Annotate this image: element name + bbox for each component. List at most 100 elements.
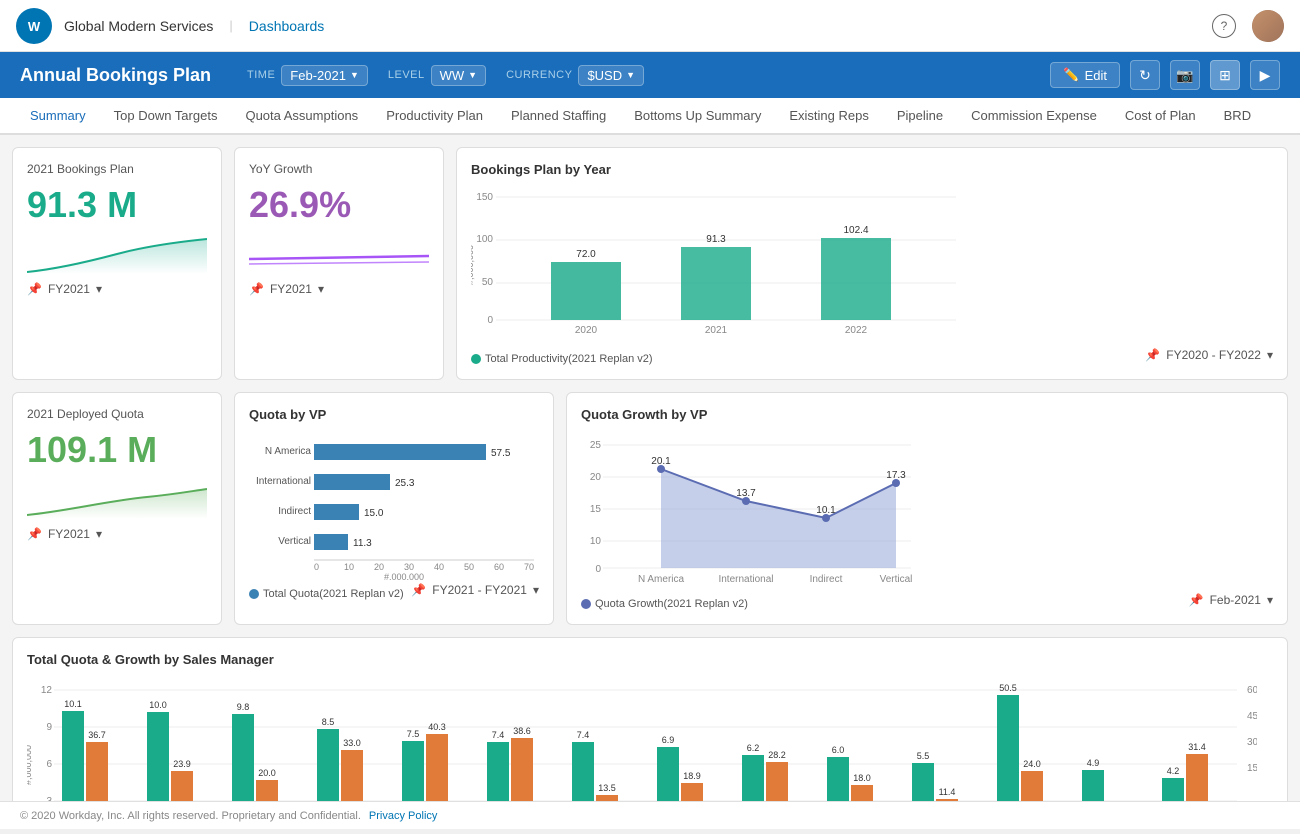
yoy-filter[interactable]: 📌 FY2021 ▾ <box>249 282 429 296</box>
bookings-legend-label: Total Productivity(2021 Replan v2) <box>485 353 653 365</box>
bookings-by-year-chart: 150 100 50 0 #,000,000 72.0 2020 91.3 <box>471 185 961 345</box>
tab-existing-reps[interactable]: Existing Reps <box>775 98 882 135</box>
time-arrow-icon: ▼ <box>350 70 359 80</box>
svg-text:45: 45 <box>1247 711 1257 722</box>
quota-bar-6 <box>487 742 509 801</box>
privacy-policy-link[interactable]: Privacy Policy <box>369 810 437 822</box>
tab-bottoms-up-summary[interactable]: Bottoms Up Summary <box>620 98 775 135</box>
growth-bar-3 <box>256 780 278 801</box>
legend-dot-blue <box>249 589 259 599</box>
help-button[interactable]: ? <box>1212 14 1236 38</box>
yoy-filter-label: FY2021 <box>270 282 312 296</box>
svg-text:38.6: 38.6 <box>513 726 531 736</box>
bookings-year-filter[interactable]: 📌 FY2020 - FY2022 ▾ <box>1145 348 1273 362</box>
svg-text:15.0: 15.0 <box>364 508 384 519</box>
quota-bar-11 <box>912 763 934 801</box>
svg-text:40.3: 40.3 <box>428 722 446 732</box>
svg-text:W: W <box>28 19 41 34</box>
header-bar: Annual Bookings Plan TIME Feb-2021 ▼ LEV… <box>0 52 1300 98</box>
svg-text:10.0: 10.0 <box>149 700 167 710</box>
svg-text:25.3: 25.3 <box>395 478 415 489</box>
currency-value-selector[interactable]: $USD ▼ <box>578 65 644 86</box>
nav-separator: | <box>229 18 232 33</box>
tab-top-down-targets[interactable]: Top Down Targets <box>100 98 232 135</box>
level-label: LEVEL <box>388 69 425 81</box>
video-button[interactable]: ▶ <box>1250 60 1280 90</box>
level-value-selector[interactable]: WW ▼ <box>431 65 486 86</box>
svg-text:6.2: 6.2 <box>747 743 760 753</box>
tab-planned-staffing[interactable]: Planned Staffing <box>497 98 620 135</box>
bookings-plan-filter[interactable]: 📌 FY2021 ▾ <box>27 282 207 296</box>
svg-text:Vertical: Vertical <box>880 574 913 585</box>
tab-brd[interactable]: BRD <box>1210 98 1265 135</box>
tab-summary[interactable]: Summary <box>16 98 100 135</box>
svg-text:#,000,000: #,000,000 <box>471 245 475 285</box>
growth-bar-12 <box>1021 771 1043 801</box>
edit-button[interactable]: ✏️ Edit <box>1050 62 1120 88</box>
row-2: 2021 Deployed Quota 109.1 M 📌 FY2021 <box>12 392 1288 625</box>
svg-text:9: 9 <box>46 722 52 733</box>
svg-text:11.3: 11.3 <box>353 538 372 549</box>
svg-text:60: 60 <box>1247 685 1257 696</box>
tab-commission-expense[interactable]: Commission Expense <box>957 98 1111 135</box>
pin-icon-4: 📌 <box>27 527 42 541</box>
bookings-plan-value: 91.3 M <box>27 184 207 226</box>
quota-filter-arrow: ▾ <box>96 527 102 541</box>
grid-button[interactable]: ⊞ <box>1210 60 1240 90</box>
level-arrow-icon: ▼ <box>468 70 477 80</box>
legend-dot-indigo <box>581 599 591 609</box>
total-quota-chart: 12 9 6 3 #,000,000 60 45 30 15 1 <box>27 675 1257 801</box>
growth-legend: Quota Growth(2021 Replan v2) <box>581 598 748 610</box>
pin-icon-2: 📌 <box>249 282 264 296</box>
deployed-quota-value: 109.1 M <box>27 429 207 471</box>
svg-text:6.9: 6.9 <box>662 735 675 745</box>
bookings-plan-card: 2021 Bookings Plan 91.3 M 📌 FY2021 <box>12 147 222 380</box>
pin-icon-3: 📌 <box>1145 348 1160 362</box>
tab-cost-of-plan[interactable]: Cost of Plan <box>1111 98 1210 135</box>
growth-bar-4 <box>341 750 363 801</box>
growth-bar-1 <box>86 742 108 801</box>
svg-text:3: 3 <box>46 796 52 801</box>
deployed-quota-card: 2021 Deployed Quota 109.1 M 📌 FY2021 <box>12 392 222 625</box>
quota-vp-filter[interactable]: 📌 FY2021 - FY2021 ▾ <box>411 583 539 597</box>
user-avatar[interactable] <box>1252 10 1284 42</box>
workday-logo: W <box>16 8 52 44</box>
quota-growth-chart: 25 20 15 10 0 N America International In… <box>581 430 921 590</box>
svg-text:25: 25 <box>590 440 602 451</box>
svg-text:28.2: 28.2 <box>768 750 786 760</box>
quota-bar-10 <box>827 757 849 801</box>
tab-productivity-plan[interactable]: Productivity Plan <box>372 98 497 135</box>
tab-quota-assumptions[interactable]: Quota Assumptions <box>231 98 372 135</box>
time-label: TIME <box>247 69 275 81</box>
quota-vp-arrow: ▾ <box>533 583 539 597</box>
pencil-icon: ✏️ <box>1063 67 1079 83</box>
svg-text:International: International <box>256 476 311 487</box>
bookings-filter-arrow: ▾ <box>96 282 102 296</box>
yoy-growth-value: 26.9% <box>249 184 429 226</box>
bar-2022 <box>821 238 891 320</box>
refresh-button[interactable]: ↻ <box>1130 60 1160 90</box>
dashboards-link[interactable]: Dashboards <box>249 18 325 34</box>
level-filter: LEVEL WW ▼ <box>388 65 486 86</box>
deployed-quota-filter[interactable]: 📌 FY2021 ▾ <box>27 527 207 541</box>
currency-arrow-icon: ▼ <box>626 70 635 80</box>
time-value-selector[interactable]: Feb-2021 ▼ <box>281 65 368 86</box>
quota-bar-8 <box>657 747 679 801</box>
svg-text:#,000,000: #,000,000 <box>27 745 33 785</box>
svg-text:11.4: 11.4 <box>939 787 956 797</box>
quota-by-vp-chart: N America International Indirect Vertica… <box>249 430 549 580</box>
svg-text:20: 20 <box>374 562 384 572</box>
svg-text:70: 70 <box>524 562 534 572</box>
growth-filter[interactable]: 📌 Feb-2021 ▾ <box>1189 593 1273 607</box>
svg-text:20.0: 20.0 <box>258 768 276 778</box>
svg-text:7.5: 7.5 <box>407 729 420 739</box>
tabs-bar: Summary Top Down Targets Quota Assumptio… <box>0 98 1300 135</box>
bar-vertical <box>314 534 348 550</box>
main-content: 2021 Bookings Plan 91.3 M 📌 FY2021 <box>0 135 1300 801</box>
growth-bar-14 <box>1186 754 1208 801</box>
page-title: Annual Bookings Plan <box>20 65 211 86</box>
camera-button[interactable]: 📷 <box>1170 60 1200 90</box>
yoy-filter-arrow: ▾ <box>318 282 324 296</box>
svg-text:20.1: 20.1 <box>651 456 671 467</box>
tab-pipeline[interactable]: Pipeline <box>883 98 957 135</box>
